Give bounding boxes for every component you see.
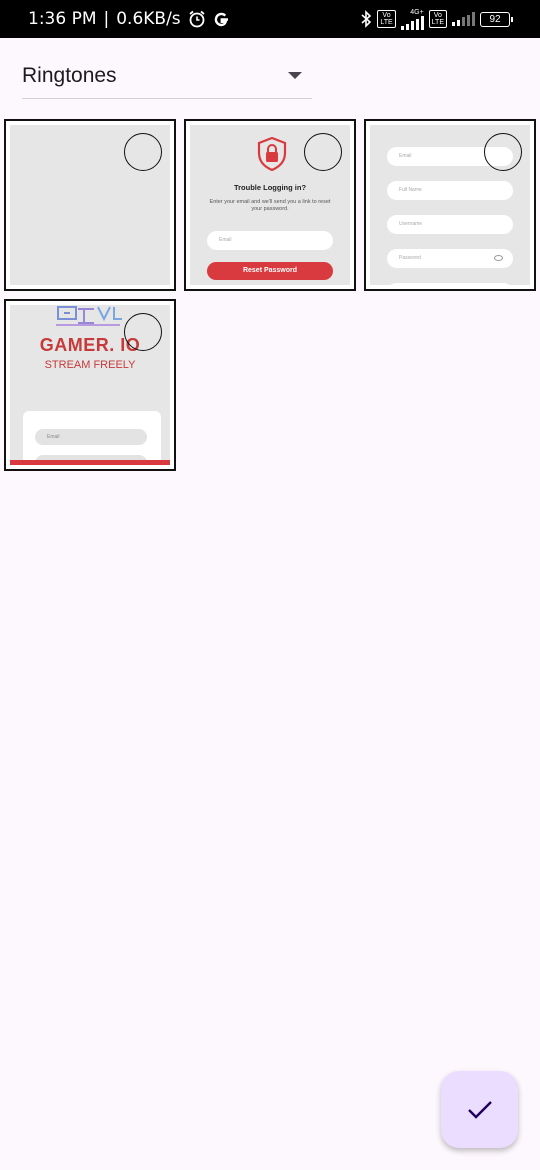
media-tile-4[interactable]: GAMER. IO STREAM FREELY Email xyxy=(4,299,176,471)
thumb-description: Enter your email and we'll send you a li… xyxy=(209,199,331,212)
status-bar: 1:36 PM | 0.6KB/s Vo LTE 4G+ Vo LTE 92 xyxy=(0,0,540,38)
status-divider: | xyxy=(103,9,110,29)
confirm-fab-button[interactable] xyxy=(441,1071,518,1148)
thumb-title: Trouble Logging in? xyxy=(233,183,307,192)
check-icon xyxy=(467,1100,492,1119)
select-checkbox[interactable] xyxy=(304,133,342,171)
lock-shield-icon xyxy=(257,137,287,171)
thumb-email-field: Email xyxy=(207,231,333,250)
thumb-reset-button: Reset Password xyxy=(207,262,333,280)
volte-badge-1: Vo LTE xyxy=(377,10,396,28)
select-checkbox[interactable] xyxy=(124,313,162,351)
bluetooth-icon xyxy=(361,10,372,28)
volte-badge-2: Vo LTE xyxy=(428,10,447,28)
gamer-logo-icon xyxy=(56,306,122,326)
thumb-username-field: Username xyxy=(387,215,513,234)
thumb-red-band xyxy=(10,460,170,465)
eye-icon xyxy=(494,255,503,261)
status-left: 1:36 PM | 0.6KB/s xyxy=(28,0,230,38)
network-type-label: 4G+ xyxy=(410,8,424,16)
alarm-icon xyxy=(189,10,205,28)
media-tile-2[interactable]: Trouble Logging in? Enter your email and… xyxy=(184,119,356,291)
signal-1: 4G+ xyxy=(400,8,424,30)
status-time: 1:36 PM xyxy=(28,9,97,29)
signal-bars-2-icon xyxy=(452,12,475,26)
thumb-tagline: STREAM FREELY xyxy=(44,359,136,371)
dropdown-arrow-icon xyxy=(288,72,302,79)
media-tile-1[interactable] xyxy=(4,119,176,291)
thumb-login-card: Email xyxy=(23,411,161,465)
category-dropdown[interactable]: Ringtones xyxy=(22,58,312,99)
status-right: Vo LTE 4G+ Vo LTE 92 xyxy=(360,0,513,38)
status-speed: 0.6KB/s xyxy=(116,9,181,29)
select-checkbox[interactable] xyxy=(124,133,162,171)
media-tile-3[interactable]: Email Full Name Username Password xyxy=(364,119,536,291)
dropdown-selected-value: Ringtones xyxy=(22,64,117,87)
thumb-email-field: Email xyxy=(35,429,147,445)
signal-bars-1-icon xyxy=(400,15,424,30)
thumb-extra-field xyxy=(387,283,513,285)
thumb-password-field: Password xyxy=(387,249,513,268)
google-icon xyxy=(214,12,228,26)
battery-indicator: 92 xyxy=(480,11,513,27)
thumb-fullname-field: Full Name xyxy=(387,181,513,200)
select-checkbox[interactable] xyxy=(484,133,522,171)
